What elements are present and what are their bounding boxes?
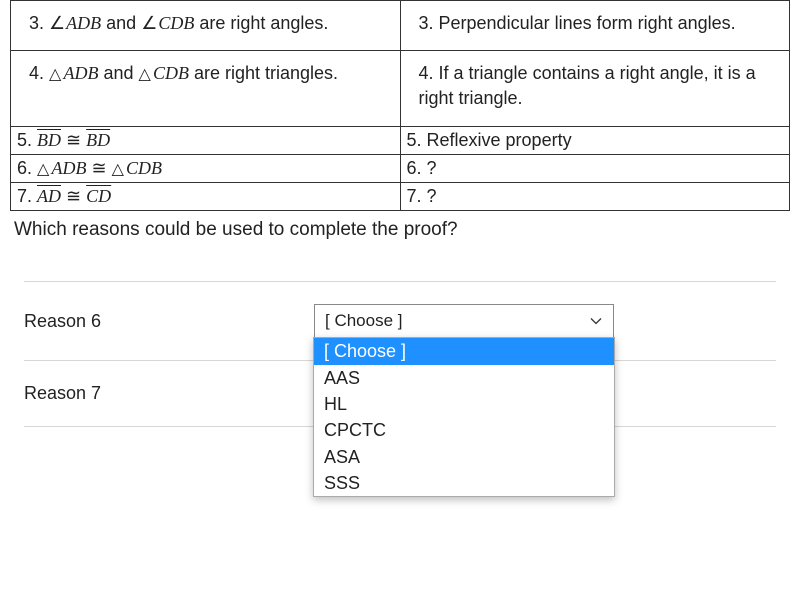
reason-cell: 4. If a triangle contains a right angle,…	[400, 51, 790, 126]
reason-6-select[interactable]: [ Choose ]	[314, 304, 614, 338]
dropdown-option[interactable]: AAS	[314, 365, 614, 391]
reason-7-label: Reason 7	[24, 383, 314, 404]
chevron-down-icon	[589, 314, 603, 328]
proof-table: 3. ADB and CDB are right angles.3. Perpe…	[10, 0, 790, 211]
reason-cell: 7. ?	[400, 182, 790, 210]
dropdown-option[interactable]: HL	[314, 391, 614, 417]
statement-cell: 5. BD ≅ BD	[11, 126, 401, 154]
reason-6-label: Reason 6	[24, 311, 314, 332]
reason-6-row: Reason 6 [ Choose ] [ Choose ]AASHLCPCTC…	[24, 282, 776, 360]
table-row: 3. ADB and CDB are right angles.3. Perpe…	[11, 1, 790, 51]
reason-6-select-wrap: [ Choose ] [ Choose ]AASHLCPCTCASASSS	[314, 304, 614, 338]
table-row: 5. BD ≅ BD5. Reflexive property	[11, 126, 790, 154]
dropdown-option[interactable]: SSS	[314, 470, 614, 496]
reason-6-selected-value: [ Choose ]	[325, 311, 403, 331]
answer-block: Reason 6 [ Choose ] [ Choose ]AASHLCPCTC…	[10, 281, 790, 427]
statement-cell: 6. ADB ≅ CDB	[11, 154, 401, 182]
question-text: Which reasons could be used to complete …	[14, 219, 790, 241]
statement-cell: 4. ADB and CDB are right triangles.	[11, 51, 401, 126]
reason-cell: 5. Reflexive property	[400, 126, 790, 154]
statement-cell: 3. ADB and CDB are right angles.	[11, 1, 401, 51]
table-row: 4. ADB and CDB are right triangles.4. If…	[11, 51, 790, 126]
dropdown-option[interactable]: ASA	[314, 444, 614, 470]
reason-cell: 6. ?	[400, 154, 790, 182]
reason-6-dropdown[interactable]: [ Choose ]AASHLCPCTCASASSS	[313, 337, 615, 497]
table-row: 6. ADB ≅ CDB6. ?	[11, 154, 790, 182]
statement-cell: 7. AD ≅ CD	[11, 182, 401, 210]
table-row: 7. AD ≅ CD7. ?	[11, 182, 790, 210]
reason-cell: 3. Perpendicular lines form right angles…	[400, 1, 790, 51]
dropdown-option[interactable]: CPCTC	[314, 417, 614, 443]
dropdown-option[interactable]: [ Choose ]	[314, 338, 614, 364]
